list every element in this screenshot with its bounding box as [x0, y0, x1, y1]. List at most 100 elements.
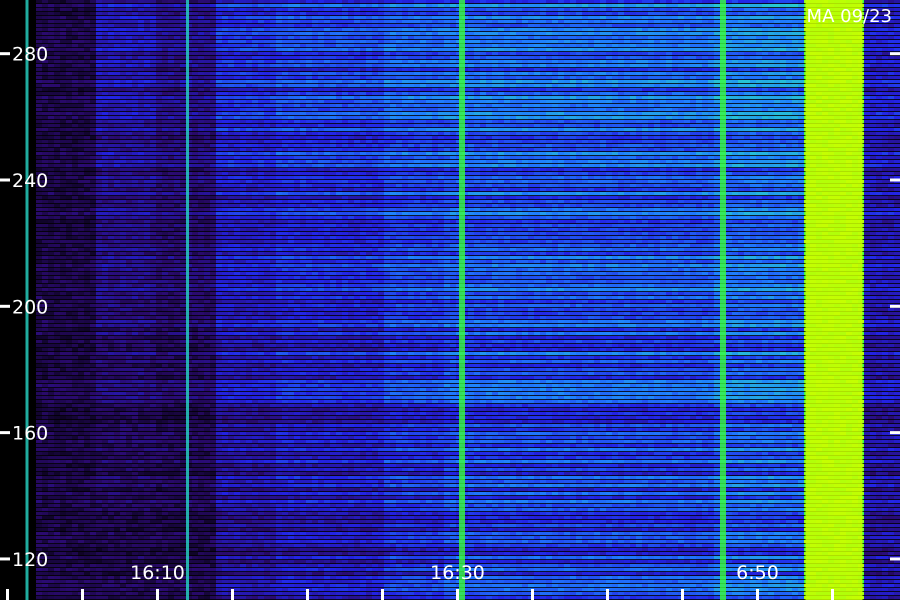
intensity-cell: [66, 176, 72, 179]
intensity-cell: [138, 180, 144, 183]
intensity-cell: [198, 360, 204, 363]
intensity-cell: [204, 308, 210, 311]
intensity-cell: [60, 336, 66, 339]
intensity-cell: [222, 108, 228, 111]
intensity-cell: [90, 76, 96, 79]
intensity-cell: [132, 520, 138, 523]
intensity-cell: [198, 92, 204, 95]
intensity-cell: [54, 452, 60, 455]
intensity-cell: [72, 248, 78, 251]
intensity-cell: [222, 200, 228, 203]
intensity-cell: [174, 232, 180, 235]
intensity-cell: [204, 404, 210, 407]
intensity-cell: [42, 532, 48, 535]
intensity-cell: [132, 384, 138, 387]
intensity-cell: [192, 236, 198, 239]
intensity-cell: [48, 48, 54, 51]
intensity-cell: [78, 380, 84, 383]
intensity-cell: [150, 72, 156, 75]
intensity-cell: [36, 504, 42, 507]
intensity-cell: [156, 304, 162, 307]
intensity-cell: [96, 312, 102, 315]
intensity-cell: [66, 380, 72, 383]
intensity-cell: [150, 256, 156, 259]
intensity-cell: [222, 300, 228, 303]
intensity-cell: [102, 204, 108, 207]
intensity-cell: [66, 296, 72, 299]
intensity-cell: [78, 20, 84, 23]
intensity-cell: [228, 564, 234, 567]
intensity-cell: [42, 88, 48, 91]
intensity-cell: [132, 440, 138, 443]
intensity-cell: [168, 300, 174, 303]
intensity-cell: [84, 148, 90, 151]
intensity-cell: [54, 4, 60, 7]
intensity-cell: [126, 372, 132, 375]
intensity-cell: [144, 344, 150, 347]
intensity-cell: [156, 208, 162, 211]
intensity-cell: [132, 216, 138, 219]
intensity-cell: [90, 212, 96, 215]
intensity-cell: [42, 348, 48, 351]
intensity-cell: [114, 68, 120, 71]
intensity-cell: [162, 376, 168, 379]
intensity-cell: [156, 96, 162, 99]
intensity-cell: [210, 84, 216, 87]
intensity-cell: [60, 372, 66, 375]
intensity-cell: [36, 292, 42, 295]
intensity-cell: [150, 60, 156, 63]
intensity-cell: [108, 432, 114, 435]
intensity-cell: [72, 344, 78, 347]
intensity-cell: [150, 496, 156, 499]
intensity-cell: [42, 164, 48, 167]
intensity-cell: [120, 36, 126, 39]
intensity-cell: [180, 88, 186, 91]
intensity-cell: [60, 396, 66, 399]
intensity-cell: [162, 140, 168, 143]
intensity-cell: [198, 376, 204, 379]
intensity-cell: [180, 120, 186, 123]
intensity-cell: [66, 452, 72, 455]
intensity-cell: [48, 400, 54, 403]
intensity-cell: [162, 52, 168, 55]
intensity-cell: [96, 76, 102, 79]
intensity-cell: [48, 556, 54, 559]
intensity-cell: [90, 268, 96, 271]
intensity-cell: [114, 592, 120, 595]
intensity-cell: [36, 112, 42, 115]
intensity-cell: [120, 444, 126, 447]
intensity-cell: [174, 316, 180, 319]
intensity-cell: [42, 364, 48, 367]
intensity-cell: [180, 320, 186, 323]
intensity-cell: [138, 312, 144, 315]
intensity-cell: [90, 176, 96, 179]
intensity-cell: [192, 8, 198, 11]
intensity-cell: [66, 28, 72, 31]
intensity-cell: [174, 424, 180, 427]
intensity-cell: [192, 520, 198, 523]
intensity-cell: [228, 124, 234, 127]
intensity-cell: [228, 540, 234, 543]
intensity-cell: [96, 64, 102, 67]
intensity-cell: [216, 452, 222, 455]
intensity-cell: [144, 352, 150, 355]
intensity-cell: [114, 20, 120, 23]
intensity-cell: [48, 356, 54, 359]
intensity-cell: [144, 132, 150, 135]
intensity-cell: [120, 380, 126, 383]
intensity-cell: [108, 260, 114, 263]
intensity-cell: [132, 200, 138, 203]
intensity-cell: [48, 308, 54, 311]
intensity-cell: [222, 592, 228, 595]
intensity-cell: [174, 476, 180, 479]
intensity-cell: [222, 308, 228, 311]
intensity-cell: [234, 112, 240, 115]
intensity-cell: [180, 100, 186, 103]
intensity-cell: [144, 188, 150, 191]
intensity-cell: [120, 196, 126, 199]
intensity-cell: [228, 560, 234, 563]
intensity-cell: [54, 212, 60, 215]
intensity-cell: [96, 172, 102, 175]
intensity-cell: [114, 364, 120, 367]
intensity-cell: [150, 56, 156, 59]
